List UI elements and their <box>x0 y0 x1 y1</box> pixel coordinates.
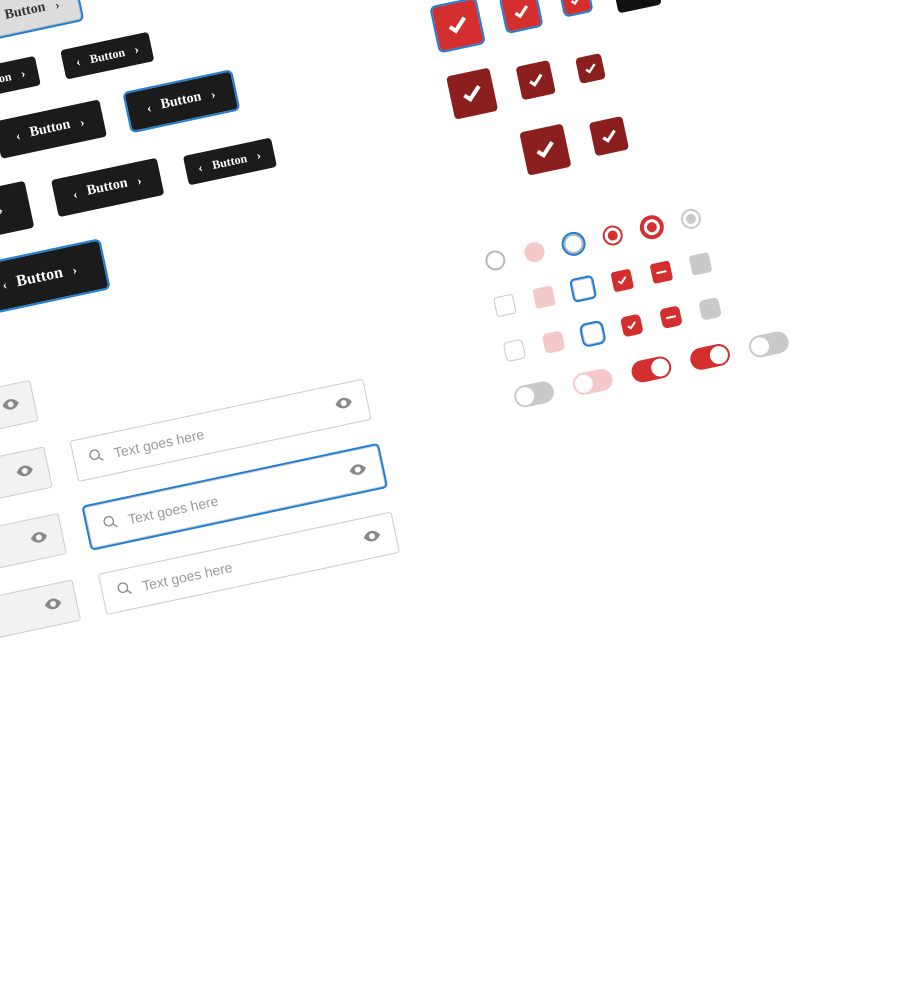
checkbox-focused[interactable] <box>571 277 595 301</box>
checkbox-red-focused[interactable] <box>501 0 541 32</box>
eye-icon[interactable] <box>333 392 355 416</box>
chevron-left-icon: ‹ <box>197 159 205 176</box>
button-dark-focused[interactable]: ‹ Button › <box>124 72 237 132</box>
chevron-right-icon: › <box>255 147 263 164</box>
eye-icon[interactable] <box>361 525 383 549</box>
button-label: Button <box>15 264 65 291</box>
checkbox-darkred[interactable] <box>519 124 571 176</box>
chevron-left-icon: ‹ <box>71 186 79 203</box>
checkbox-rounded-indeterminate[interactable] <box>659 305 683 329</box>
chevron-right-icon: › <box>71 262 79 279</box>
button-dark[interactable]: ‹ Button › <box>0 56 41 104</box>
button-dark[interactable]: ‹ Button › <box>0 99 107 159</box>
toggle-disabled <box>571 367 615 397</box>
button-label: Button <box>3 0 47 24</box>
check-icon <box>525 69 547 91</box>
chevron-right-icon: › <box>0 202 4 219</box>
eye-icon[interactable] <box>28 526 50 550</box>
button-label: Button <box>89 45 127 67</box>
input-placeholder: Text goes here <box>0 468 8 529</box>
checkbox-rounded[interactable] <box>503 339 527 363</box>
eye-icon[interactable] <box>42 593 64 617</box>
checkbox-indeterminate[interactable] <box>650 260 674 284</box>
button-dark-large-focused[interactable]: ‹ Button › <box>0 241 108 315</box>
chevron-right-icon: › <box>136 172 144 189</box>
button-dark-large[interactable]: ‹ Button › <box>0 181 34 255</box>
checkbox-disabled <box>532 285 556 309</box>
chevron-right-icon: › <box>78 114 86 131</box>
button-label: Button <box>0 69 13 91</box>
chevron-right-icon: › <box>209 86 217 103</box>
eye-icon[interactable] <box>347 458 369 482</box>
input-placeholder: Text goes here <box>141 533 356 594</box>
checkbox-rounded-disabled <box>542 330 566 354</box>
toggle-off[interactable] <box>747 330 791 360</box>
button-label: Button <box>159 89 203 113</box>
check-icon <box>567 0 584 8</box>
checkbox-checked[interactable] <box>610 269 634 293</box>
chevron-right-icon: › <box>133 41 141 58</box>
input-placeholder: Text goes here <box>126 467 341 528</box>
check-icon <box>458 79 487 108</box>
chevron-left-icon: ‹ <box>74 54 82 71</box>
input-placeholder: Text goes here <box>112 400 327 461</box>
chevron-left-icon: ‹ <box>1 277 9 294</box>
button-label: Button <box>211 151 249 173</box>
check-icon <box>443 11 472 40</box>
chevron-left-icon: ‹ <box>145 100 153 117</box>
radio-disabled <box>523 240 547 264</box>
check-icon <box>621 0 650 2</box>
checkbox-rounded-checked[interactable] <box>620 314 644 338</box>
checkbox-unchecked[interactable] <box>493 294 517 318</box>
radio-checked[interactable] <box>601 224 625 248</box>
checkbox-darkred[interactable] <box>446 68 498 120</box>
button-label: Button <box>85 175 129 199</box>
radio-checked-focused[interactable] <box>640 215 664 239</box>
input-placeholder: Text goes here <box>0 535 22 596</box>
dash-icon <box>666 315 676 319</box>
checkbox-rounded-focused[interactable] <box>581 322 605 346</box>
button-dark[interactable]: ‹ Button › <box>60 32 154 80</box>
check-icon <box>531 135 560 164</box>
checkbox-darkred[interactable] <box>575 53 606 84</box>
check-icon <box>598 125 620 147</box>
radio-unchecked[interactable] <box>483 249 507 273</box>
chevron-left-icon: ‹ <box>14 128 22 145</box>
search-icon <box>87 446 107 468</box>
check-icon <box>615 273 629 287</box>
button-label: Button <box>28 117 72 141</box>
radio-focused[interactable] <box>562 232 586 256</box>
input-placeholder: Text goes here <box>0 601 36 662</box>
checkbox-darkred[interactable] <box>516 60 556 100</box>
checkbox-black[interactable] <box>610 0 662 13</box>
checkbox-darkred[interactable] <box>589 116 629 156</box>
checkbox-red-focused[interactable] <box>561 0 592 15</box>
eye-icon[interactable] <box>0 393 22 417</box>
checkbox-rounded-disabled-checked <box>698 297 722 321</box>
toggle-off[interactable] <box>512 379 556 409</box>
checkbox-red-focused[interactable] <box>431 0 483 51</box>
search-icon <box>115 579 135 601</box>
radio-disabled-checked <box>679 207 703 231</box>
checkbox-disabled-checked <box>689 252 713 276</box>
check-icon <box>510 1 532 23</box>
button-dark[interactable]: ‹ Button › <box>51 158 164 218</box>
chevron-right-icon: › <box>53 0 61 13</box>
toggle-on[interactable] <box>630 354 674 384</box>
button-dark-small[interactable]: ‹ Button › <box>182 138 276 186</box>
chevron-right-icon: › <box>19 65 27 82</box>
check-icon <box>625 318 639 332</box>
search-icon <box>101 512 121 534</box>
dash-icon <box>656 270 666 274</box>
button-gray-focused[interactable]: ‹ Button › <box>0 0 82 42</box>
toggle-on[interactable] <box>688 342 732 372</box>
eye-icon[interactable] <box>14 460 36 484</box>
check-icon <box>582 60 599 77</box>
text-input[interactable]: Text goes here <box>0 579 81 682</box>
